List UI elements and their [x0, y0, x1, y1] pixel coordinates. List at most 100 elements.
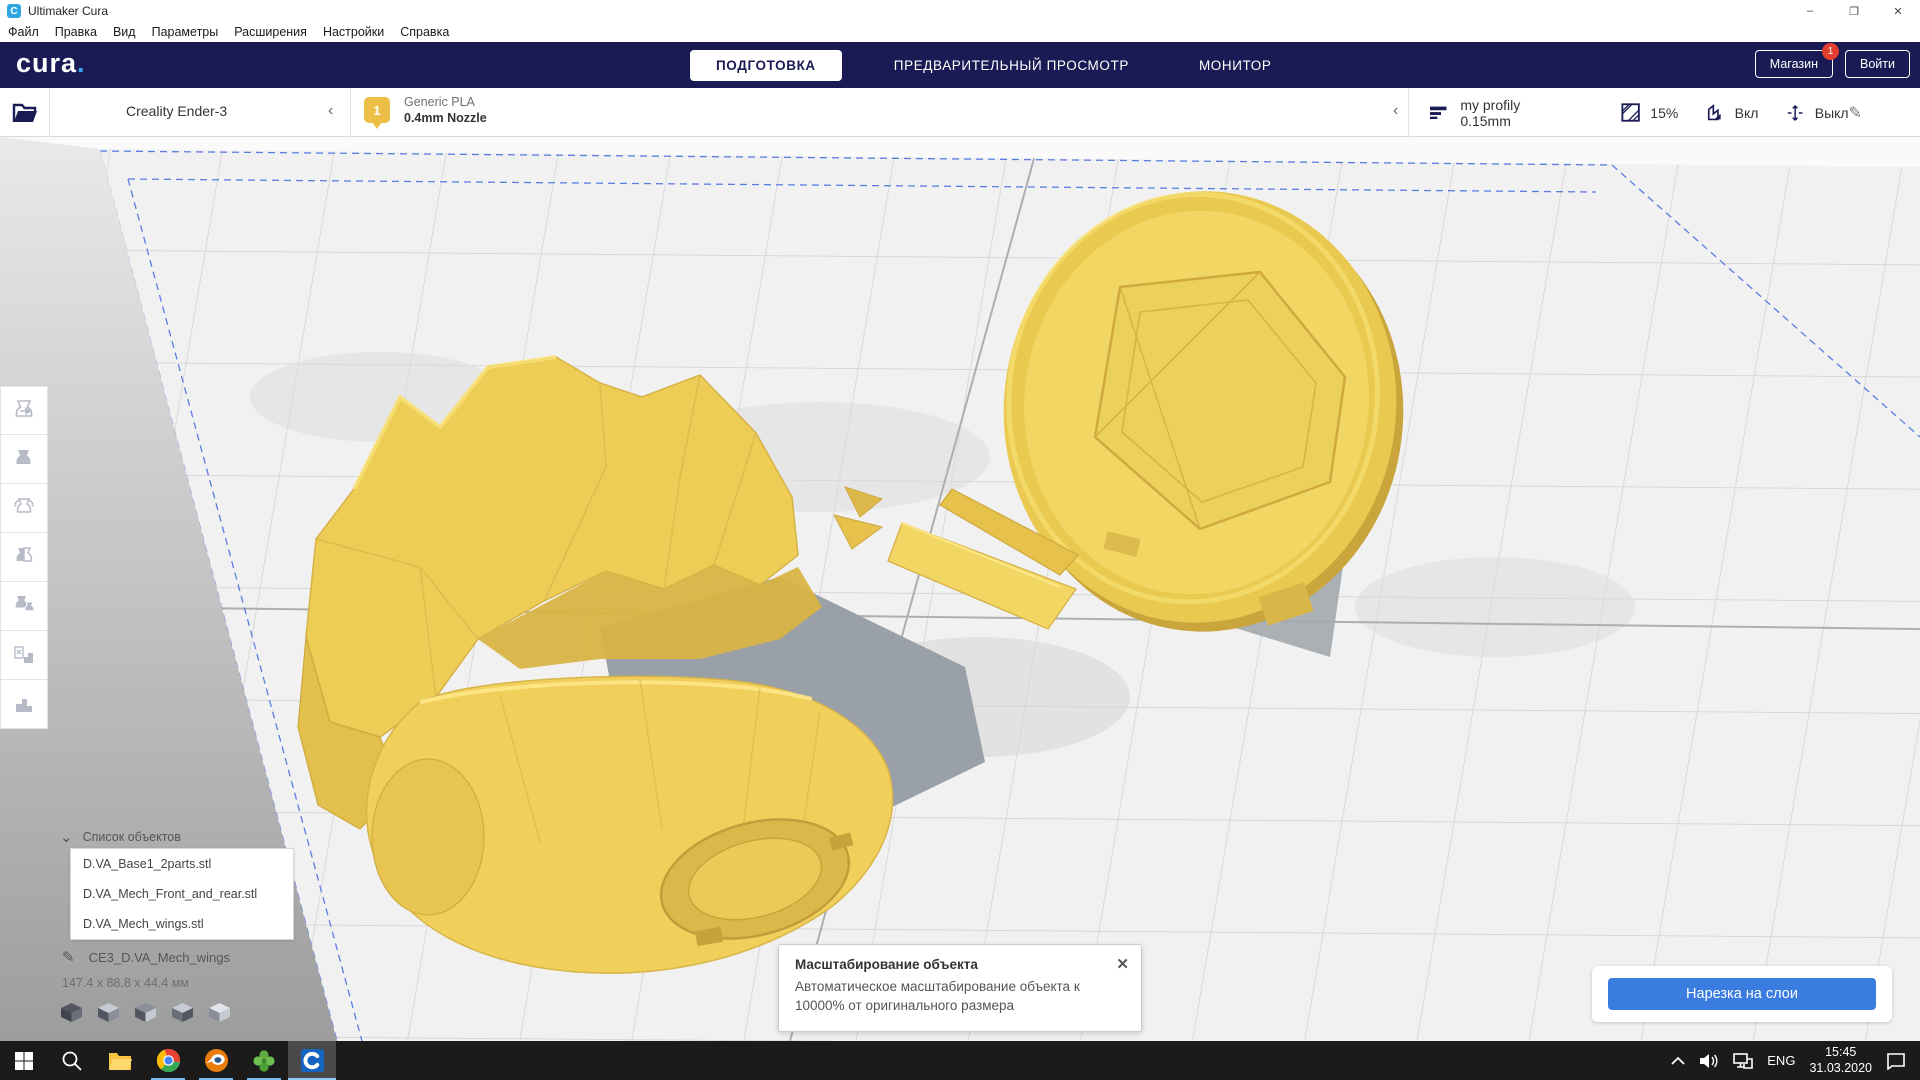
object-list-header[interactable]: ⌄ Список объектов [60, 828, 181, 846]
chrome-icon [156, 1048, 180, 1073]
configuration-bar: Creality Ender-3 ‹ 1 Generic PLA 0.4mm N… [0, 88, 1920, 137]
infill-value: 15% [1650, 104, 1679, 121]
window-title: Ultimaker Cura [28, 4, 109, 18]
menu-view[interactable]: Вид [105, 25, 144, 39]
volume-icon[interactable] [1699, 1053, 1719, 1069]
left-toolbar [0, 386, 48, 729]
close-button[interactable]: ✕ [1876, 0, 1920, 22]
extruder-badge[interactable]: 1 [364, 97, 390, 129]
marketplace-badge: 1 [1822, 43, 1840, 60]
file-explorer-icon [109, 1052, 132, 1070]
menu-edit[interactable]: Правка [47, 25, 105, 39]
menu-file[interactable]: Файл [0, 25, 47, 39]
open-folder-icon [12, 103, 37, 122]
tab-monitor[interactable]: МОНИТОР [1181, 50, 1290, 81]
blender-icon [204, 1048, 228, 1073]
scale-tool-button[interactable] [0, 435, 48, 484]
printer-selector[interactable]: Creality Ender-3 [126, 103, 227, 119]
clock[interactable]: 15:45 31.03.2020 [1809, 1045, 1872, 1076]
printer-collapse-chevron[interactable]: ‹ [328, 102, 333, 120]
action-center-icon[interactable] [1886, 1052, 1906, 1070]
notification-close-icon[interactable]: ✕ [1116, 955, 1129, 973]
logo-dot: . [77, 48, 86, 78]
windows-taskbar: ENG 15:45 31.03.2020 [0, 1041, 1920, 1080]
object-list-item[interactable]: D.VA_Mech_Front_and_rear.stl [71, 879, 293, 909]
network-icon[interactable] [1733, 1052, 1754, 1069]
mirror-tool-button[interactable] [0, 533, 48, 582]
signin-button[interactable]: Войти [1845, 50, 1910, 78]
rotate-tool-button[interactable] [0, 484, 48, 533]
blender-button[interactable] [192, 1041, 240, 1080]
edit-settings-icon[interactable]: ✎ [1849, 103, 1862, 123]
support-blocker-icon [14, 646, 33, 663]
clover-app-button[interactable] [240, 1041, 288, 1080]
menu-extensions[interactable]: Расширения [226, 25, 315, 39]
support-blocker-button[interactable] [0, 631, 48, 680]
selected-object-dimensions: 147.4 x 88.8 x 44.4 мм [62, 976, 189, 990]
cura-taskbar-button[interactable] [288, 1041, 336, 1080]
menu-bar: Файл Правка Вид Параметры Расширения Нас… [0, 22, 1920, 42]
rename-icon[interactable]: ✎ [62, 948, 75, 966]
windows-start-icon [15, 1051, 33, 1070]
cura-taskbar-icon [300, 1048, 324, 1073]
start-button[interactable] [0, 1041, 48, 1080]
slice-button[interactable]: Нарезка на слои [1608, 978, 1876, 1010]
menu-preferences[interactable]: Настройки [315, 25, 392, 39]
profile-name: my profily 0.15mm [1460, 96, 1521, 129]
per-model-settings-icon [15, 596, 35, 612]
custom-supports-icon [16, 699, 32, 712]
clover-icon [253, 1049, 275, 1072]
open-file-button[interactable] [0, 88, 50, 137]
support-icon [1708, 103, 1721, 120]
notification-title: Масштабирование объекта [795, 957, 978, 972]
cube-icon[interactable] [134, 1002, 157, 1023]
material-name[interactable]: Generic PLA [404, 95, 475, 109]
infill-icon [1621, 103, 1640, 122]
language-indicator[interactable]: ENG [1767, 1053, 1795, 1068]
material-collapse-chevron[interactable]: ‹ [1393, 102, 1398, 120]
mirror-icon [16, 547, 33, 562]
restore-button[interactable]: ❐ [1832, 0, 1876, 22]
object-list-panel: D.VA_Base1_2parts.stl D.VA_Mech_Front_an… [70, 848, 294, 940]
nozzle-size[interactable]: 0.4mm Nozzle [404, 111, 487, 125]
notification-message: Автоматическое масштабирование объекта к… [795, 979, 1080, 1013]
cube-icon[interactable] [97, 1002, 120, 1023]
search-button[interactable] [48, 1041, 96, 1080]
file-explorer-button[interactable] [96, 1041, 144, 1080]
scaling-notification: Масштабирование объекта Автоматическое м… [778, 944, 1142, 1032]
tray-expand-chevron-icon[interactable] [1671, 1056, 1685, 1066]
slice-action-panel: Нарезка на слои [1592, 966, 1892, 1022]
view-cubes-row [60, 1002, 231, 1023]
cura-logo: cura. [16, 48, 86, 78]
cube-icon[interactable] [208, 1002, 231, 1023]
selected-object-name[interactable]: CE3_D.VA_Mech_wings [89, 950, 230, 965]
move-icon [15, 399, 33, 417]
window-titlebar: C Ultimaker Cura – ❐ ✕ [0, 0, 1920, 22]
clock-date: 31.03.2020 [1809, 1060, 1872, 1075]
stage-tabs: ПОДГОТОВКА ПРЕДВАРИТЕЛЬНЫЙ ПРОСМОТР МОНИ… [690, 42, 1289, 88]
cube-icon[interactable] [60, 1002, 83, 1023]
custom-supports-button[interactable] [0, 680, 48, 729]
tab-preview[interactable]: ПРЕДВАРИТЕЛЬНЫЙ ПРОСМОТР [876, 50, 1147, 81]
menu-help[interactable]: Справка [392, 25, 457, 39]
search-icon [62, 1051, 82, 1071]
object-list-item[interactable]: D.VA_Mech_wings.stl [71, 909, 293, 939]
system-tray: ENG 15:45 31.03.2020 [1671, 1041, 1920, 1080]
move-tool-button[interactable] [0, 386, 48, 435]
chevron-down-icon: ⌄ [60, 829, 73, 846]
object-list-item[interactable]: D.VA_Base1_2parts.stl [71, 849, 293, 879]
menu-settings[interactable]: Параметры [144, 25, 227, 39]
clock-time: 15:45 [1825, 1044, 1857, 1059]
print-settings-strip[interactable]: my profily 0.15mm 15% Вкл Выкл ✎ [1408, 88, 1920, 137]
scale-icon [16, 450, 31, 464]
rotate-icon [13, 498, 35, 513]
profile-layers-icon [1430, 106, 1447, 119]
cube-icon[interactable] [171, 1002, 194, 1023]
main-header: cura. ПОДГОТОВКА ПРЕДВАРИТЕЛЬНЫЙ ПРОСМОТ… [0, 42, 1920, 88]
per-model-settings-button[interactable] [0, 582, 48, 631]
adhesion-state: Выкл [1814, 104, 1849, 121]
chrome-button[interactable] [144, 1041, 192, 1080]
minimize-button[interactable]: – [1788, 0, 1832, 22]
marketplace-button[interactable]: Магазин 1 [1754, 43, 1840, 78]
tab-prepare[interactable]: ПОДГОТОВКА [690, 49, 842, 81]
